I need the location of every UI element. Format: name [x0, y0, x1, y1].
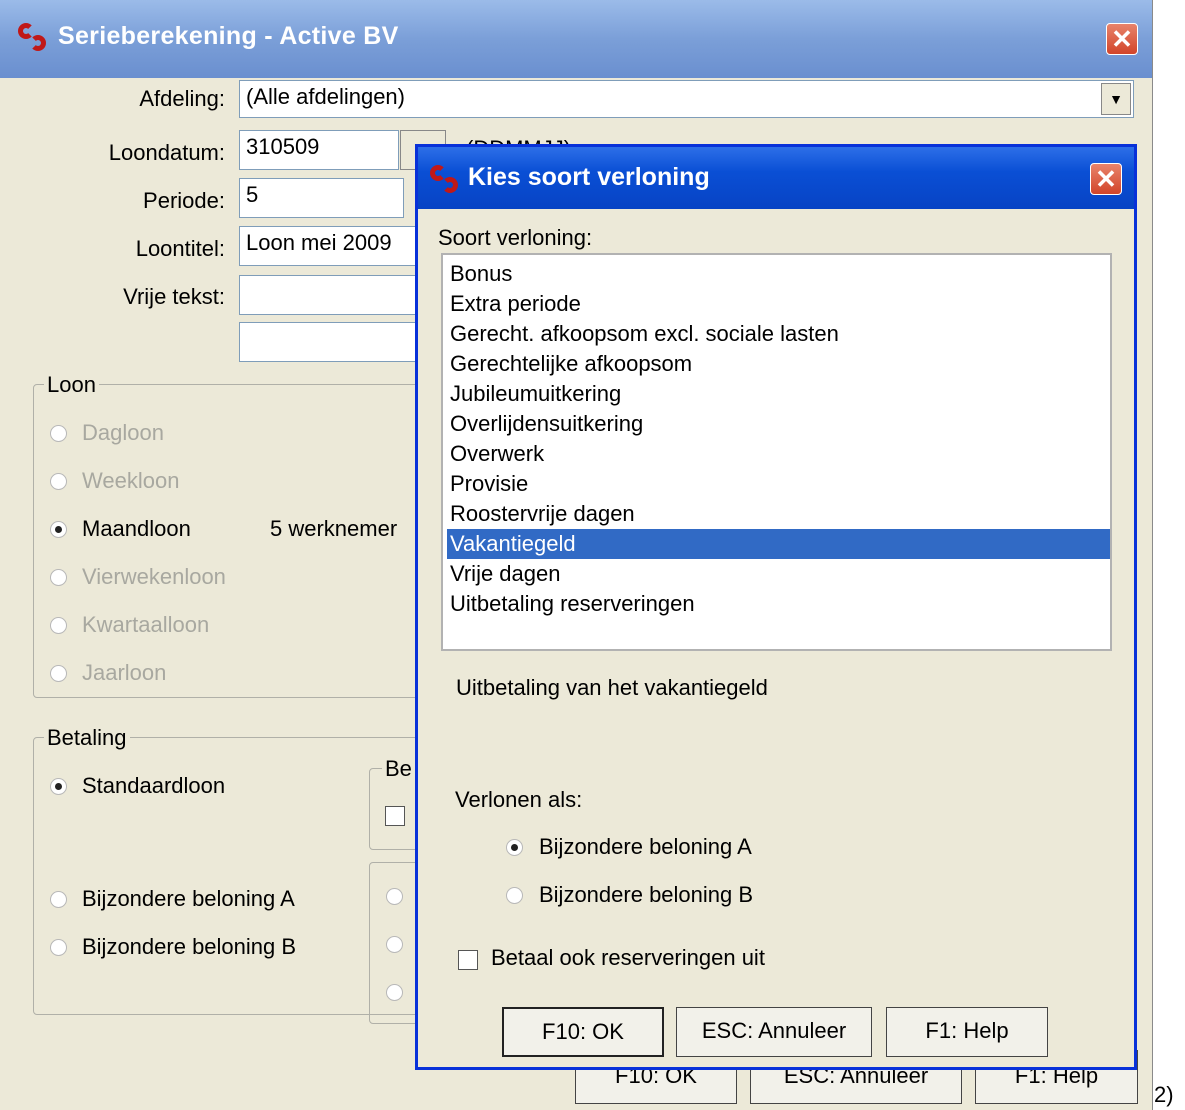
kwartaalloon-radio[interactable] — [50, 617, 67, 634]
verlonen-b-label: Bijzondere beloning B — [539, 882, 754, 907]
selection-description: Uitbetaling van het vakantiegeld — [456, 675, 768, 700]
sub-radio-2[interactable] — [386, 936, 403, 953]
list-item[interactable]: Extra periode — [447, 289, 1110, 319]
bijz-beloning-b-radio[interactable] — [50, 939, 67, 956]
vrije-tekst-label: Vrije tekst: — [123, 284, 225, 309]
kwartaalloon-label: Kwartaalloon — [82, 612, 210, 637]
jaarloon-label: Jaarloon — [82, 660, 167, 685]
list-item[interactable]: Uitbetaling reserveringen — [447, 589, 1110, 619]
page-note: 2) — [1154, 1082, 1174, 1107]
verlonen-als-label: Verlonen als: — [455, 787, 583, 812]
list-item[interactable]: Gerecht. afkoopsom excl. sociale lasten — [447, 319, 1110, 349]
list-item[interactable]: Overwerk — [447, 439, 1110, 469]
afdeling-value: (Alle afdelingen) — [246, 84, 405, 109]
afdeling-select[interactable]: (Alle afdelingen) ▼ — [239, 80, 1134, 118]
main-title-bar[interactable]: Serieberekening - Active BV ✕ — [0, 0, 1152, 78]
maandloon-label: Maandloon — [82, 516, 191, 541]
main-window-title: Serieberekening - Active BV — [58, 22, 399, 50]
standaardloon-radio[interactable] — [50, 778, 67, 795]
soort-verloning-label: Soort verloning: — [438, 225, 593, 250]
dialog-title: Kies soort verloning — [468, 163, 710, 191]
vierwekenloon-label: Vierwekenloon — [82, 564, 226, 589]
maandloon-radio[interactable] — [50, 521, 67, 538]
dialog-close-icon[interactable]: ✕ — [1090, 163, 1122, 195]
list-item[interactable]: Provisie — [447, 469, 1110, 499]
verlonen-b-radio[interactable] — [506, 887, 523, 904]
dagloon-label: Dagloon — [82, 420, 164, 445]
loon-group-title: Loon — [44, 372, 99, 398]
sub-radio-1[interactable] — [386, 888, 403, 905]
list-item[interactable]: Jubileumuitkering — [447, 379, 1110, 409]
dagloon-radio[interactable] — [50, 425, 67, 442]
dialog-title-bar[interactable]: Kies soort verloning ✕ — [418, 147, 1134, 209]
weekloon-label: Weekloon — [82, 468, 180, 493]
employee-count: 5 werknemer — [270, 516, 398, 541]
loondatum-label: Loondatum: — [108, 140, 225, 165]
betaling-sub-group-title: Be — [382, 756, 415, 782]
betaling-sub-checkbox[interactable] — [385, 806, 405, 826]
betaal-reserveringen-label: Betaal ook reserveringen uit — [491, 945, 765, 970]
standaardloon-label: Standaardloon — [82, 773, 226, 798]
list-item[interactable]: Vrije dagen — [447, 559, 1110, 589]
bijz-beloning-a-radio[interactable] — [50, 891, 67, 908]
loontitel-label: Loontitel: — [135, 236, 225, 261]
dialog-ok-button[interactable]: F10: OK — [502, 1007, 664, 1057]
list-item[interactable]: Roostervrije dagen — [447, 499, 1110, 529]
soort-verloning-list[interactable]: Bonus Extra periode Gerecht. afkoopsom e… — [441, 253, 1112, 651]
betaal-reserveringen-checkbox[interactable] — [458, 950, 478, 970]
list-item[interactable]: Overlijdensuitkering — [447, 409, 1110, 439]
jaarloon-radio[interactable] — [50, 665, 67, 682]
verlonen-a-radio[interactable] — [506, 839, 523, 856]
bijz-beloning-b-label: Bijzondere beloning B — [82, 934, 297, 959]
list-item-selected[interactable]: Vakantiegeld — [447, 529, 1110, 559]
list-item[interactable]: Gerechtelijke afkoopsom — [447, 349, 1110, 379]
sub-radio-3[interactable] — [386, 984, 403, 1001]
app-logo-icon — [18, 23, 48, 53]
periode-input[interactable]: 5 — [239, 178, 404, 218]
kies-soort-verloning-dialog: Kies soort verloning ✕ Soort verloning: … — [415, 144, 1137, 1070]
dialog-cancel-button[interactable]: ESC: Annuleer — [676, 1007, 872, 1057]
dialog-help-button[interactable]: F1: Help — [886, 1007, 1048, 1057]
weekloon-radio[interactable] — [50, 473, 67, 490]
main-close-icon[interactable]: ✕ — [1106, 23, 1138, 55]
bijz-beloning-a-label: Bijzondere beloning A — [82, 886, 295, 911]
periode-label: Periode: — [143, 188, 225, 213]
afdeling-label: Afdeling: — [139, 86, 225, 111]
vierwekenloon-radio[interactable] — [50, 569, 67, 586]
chevron-down-icon[interactable]: ▼ — [1101, 83, 1131, 115]
dialog-logo-icon — [430, 165, 460, 195]
list-item[interactable]: Bonus — [447, 259, 1110, 289]
loondatum-input[interactable]: 310509 — [239, 130, 399, 170]
betaling-group-title: Betaling — [44, 725, 130, 751]
verlonen-a-label: Bijzondere beloning A — [539, 834, 752, 859]
